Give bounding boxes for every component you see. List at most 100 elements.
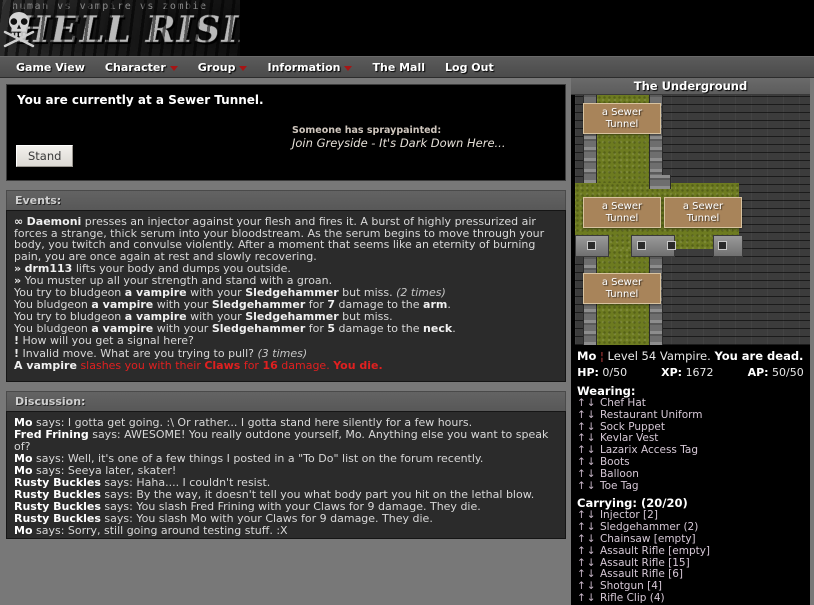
character-stats: HP: 0/50 XP: 1672 AP: 50/50 — [577, 366, 804, 379]
event-line: » You muster up all your strength and st… — [14, 273, 333, 287]
stat-hp-value: 0/50 — [602, 366, 628, 379]
wearing-item[interactable]: ↑↓ Restaurant Uniform — [577, 409, 804, 422]
main-navigation: Game View Character Group Information Th… — [0, 56, 814, 78]
discussion-speaker: Mo — [14, 451, 33, 465]
discussion-speaker: Fred Frining — [14, 428, 89, 442]
event-line: You try to bludgeon a vampire with your … — [14, 310, 393, 324]
move-item-arrows-icon[interactable]: ↑↓ — [577, 509, 597, 521]
stat-ap-value: 50/50 — [772, 366, 804, 379]
discussion-panel: Discussion: Mo says: I gotta get going. … — [6, 391, 566, 539]
move-item-arrows-icon[interactable]: ↑↓ — [577, 409, 597, 421]
carrying-item[interactable]: ↑↓ Chainsaw [empty] — [577, 533, 804, 546]
nav-label: Log Out — [445, 60, 494, 74]
character-summary: Mo ¦ Level 54 Vampire. You are dead. — [577, 349, 804, 363]
events-list: ∞ Daemoni presses an injector against yo… — [6, 210, 566, 382]
discussion-line: Mo says: Seeya later, skater! — [14, 463, 177, 477]
move-item-arrows-icon[interactable]: ↑↓ — [577, 456, 597, 468]
discussion-speaker: Rusty Buckles — [14, 512, 101, 526]
move-item-arrows-icon[interactable]: ↑↓ — [577, 521, 597, 533]
wearing-item[interactable]: ↑↓ Boots — [577, 456, 804, 469]
map-tile-sewer-tunnel[interactable]: a Sewer Tunnel — [664, 197, 742, 228]
discussion-speaker: Mo — [14, 536, 33, 538]
discussion-line: Rusty Buckles says: You slash Fred Frini… — [14, 500, 481, 514]
map-title: The Underground — [571, 78, 810, 95]
event-line: ! Invalid move. What are you trying to p… — [14, 346, 308, 360]
stat-ap-label: AP: — [747, 366, 769, 379]
move-item-arrows-icon[interactable]: ↑↓ — [577, 468, 597, 480]
graffiti-block: Someone has spraypainted: Join Greyside … — [292, 125, 506, 150]
move-item-arrows-icon[interactable]: ↑↓ — [577, 568, 597, 580]
name-separator: ¦ — [600, 349, 604, 363]
character-name: Mo — [577, 349, 597, 363]
location-title: You are currently at a Sewer Tunnel. — [17, 93, 264, 107]
nav-item-information[interactable]: Information — [257, 56, 362, 78]
stand-button[interactable]: Stand — [16, 145, 74, 167]
character-dead-status: You are dead. — [714, 349, 804, 363]
event-line: ∞ Daemoni presses an injector against yo… — [14, 215, 545, 263]
discussion-speaker: Mo — [14, 524, 33, 538]
nav-item-log-out[interactable]: Log Out — [435, 56, 504, 78]
nav-label: Information — [267, 60, 341, 74]
character-level: Level 54 Vampire. — [607, 349, 711, 363]
map-junction-hole-3 — [667, 241, 676, 250]
map-pipe-mid — [649, 175, 671, 189]
events-heading: Events: — [6, 190, 566, 210]
discussion-speaker: Rusty Buckles — [14, 500, 101, 514]
site-tagline: human vs vampire vs zombie — [12, 1, 208, 12]
discussion-line: Rusty Buckles says: You slash Mo with yo… — [14, 512, 433, 526]
stat-xp: XP: 1672 — [661, 366, 713, 379]
map-junction-hole-2 — [637, 241, 646, 250]
map-tile-sewer-tunnel[interactable]: a Sewer Tunnel — [583, 197, 661, 228]
carrying-item[interactable]: ↑↓ Rifle Clip (4) — [577, 592, 804, 605]
nav-item-the-mall[interactable]: The Mall — [362, 56, 435, 78]
nav-label: Character — [104, 60, 166, 74]
event-line: You bludgeon a vampire with your Sledgeh… — [14, 322, 456, 336]
graffiti-text: Join Greyside - It's Dark Down Here... — [292, 136, 506, 150]
character-status-panel: Mo ¦ Level 54 Vampire. You are dead. HP:… — [571, 345, 810, 605]
discussion-speaker: Mo — [14, 416, 33, 429]
move-item-arrows-icon[interactable]: ↑↓ — [577, 592, 597, 604]
move-item-arrows-icon[interactable]: ↑↓ — [577, 480, 597, 492]
nav-item-group[interactable]: Group — [188, 56, 258, 78]
wearing-item[interactable]: ↑↓ Balloon — [577, 468, 804, 481]
skull-and-crossbones-icon — [3, 12, 35, 48]
discussion-line: Rusty Buckles says: By the way, it doesn… — [14, 488, 535, 502]
discussion-speaker: Mo — [14, 463, 33, 477]
carrying-item[interactable]: ↑↓ Assault Rifle [empty] — [577, 545, 804, 558]
carrying-heading: Carrying: (20/20) — [577, 496, 688, 511]
discussion-list: Mo says: I gotta get going. :\ Or rather… — [6, 411, 566, 539]
carrying-list: ↑↓ Injector [2] ↑↓ Sledgehammer (2) ↑↓ Cha… — [577, 509, 804, 605]
nav-label: Game View — [16, 60, 85, 74]
event-line: You try to bludgeon a vampire with your … — [14, 286, 446, 300]
stat-hp: HP: 0/50 — [577, 366, 627, 379]
map-tile-sewer-tunnel[interactable]: a Sewer Tunnel — [583, 103, 661, 134]
move-item-arrows-icon[interactable]: ↑↓ — [577, 432, 597, 444]
stat-xp-value: 1672 — [685, 366, 714, 379]
event-line: A vampire slashes you with their Claws f… — [14, 358, 383, 372]
wearing-heading: Wearing: — [577, 384, 636, 398]
event-line: » drm113 lifts your body and dumps you o… — [14, 261, 291, 275]
chevron-down-icon — [169, 65, 178, 71]
map-tile-sewer-tunnel[interactable]: a Sewer Tunnel — [583, 273, 661, 304]
discussion-line: Mo says: I gotta get going. :\ Or rather… — [14, 416, 473, 429]
move-item-arrows-icon[interactable]: ↑↓ — [577, 421, 597, 433]
move-item-arrows-icon[interactable]: ↑↓ — [577, 533, 597, 545]
stat-hp-label: HP: — [577, 366, 599, 379]
chevron-down-icon — [239, 65, 248, 71]
move-item-arrows-icon[interactable]: ↑↓ — [577, 397, 597, 409]
move-item-arrows-icon[interactable]: ↑↓ — [577, 444, 597, 456]
discussion-speaker: Rusty Buckles — [14, 475, 101, 489]
discussion-line: Fred Frining says: AWESOME! You really o… — [14, 428, 549, 453]
graffiti-label: Someone has spraypainted: — [292, 125, 442, 136]
move-item-arrows-icon[interactable]: ↑↓ — [577, 580, 597, 592]
nav-item-game-view[interactable]: Game View — [6, 56, 95, 78]
wearing-item[interactable]: ↑↓ Toe Tag — [577, 480, 804, 493]
move-item-arrows-icon[interactable]: ↑↓ — [577, 557, 597, 569]
map-grid[interactable]: a Sewer Tunnel a Sewer Tunnel a Sewer Tu… — [571, 95, 810, 345]
event-line: You bludgeon a vampire with your Sledgeh… — [14, 298, 451, 312]
events-panel: Events: ∞ Daemoni presses an injector ag… — [6, 190, 566, 382]
wearing-list: ↑↓ Chef Hat ↑↓ Restaurant Uniform ↑↓ Sock … — [577, 397, 804, 493]
nav-item-character[interactable]: Character — [95, 56, 188, 78]
move-item-arrows-icon[interactable]: ↑↓ — [577, 545, 597, 557]
stat-ap: AP: 50/50 — [748, 366, 804, 379]
